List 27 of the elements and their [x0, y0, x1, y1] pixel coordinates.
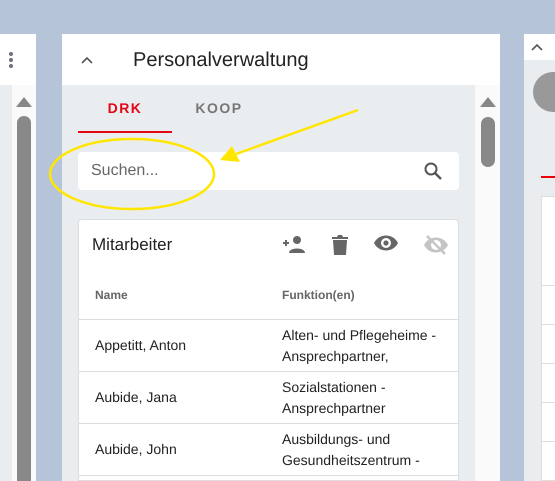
table-cell-text: Ausbildungs- und Gesundheitszentrum -	[282, 430, 421, 470]
scrollbar-thumb[interactable]	[17, 116, 31, 481]
eye-icon[interactable]	[374, 235, 398, 251]
tab-underline	[541, 176, 555, 178]
scroll-up-icon[interactable]	[16, 97, 32, 107]
scrollbar[interactable]	[475, 85, 500, 481]
table-cell-text: Alten- und Pflegeheime - Ansprechpartner,	[282, 326, 438, 366]
column-header: Name	[94, 286, 129, 304]
card-title: Mitarbeiter	[92, 234, 174, 256]
trash-icon[interactable]	[332, 235, 348, 255]
table-cell-text: Sozialstationen - Ansprechpartner	[282, 378, 387, 418]
search-icon[interactable]	[424, 162, 442, 180]
table-cell-text: Aubide, John	[94, 440, 178, 459]
scrollbar[interactable]	[12, 85, 36, 481]
table-cell-text: Appetitt, Anton	[94, 336, 188, 355]
tab[interactable]: KOOP	[172, 85, 266, 133]
table-cell-text: Aubide, Jana	[94, 388, 178, 407]
scrollbar-thumb[interactable]	[480, 117, 494, 167]
tab[interactable]: DRK	[78, 85, 172, 133]
panel-title: Personalverwaltung	[133, 48, 309, 72]
column-header: Funktion(en)	[282, 286, 355, 304]
more-vertical-icon[interactable]	[8, 52, 14, 68]
search-field[interactable]: Suchen...	[78, 152, 459, 190]
collapse-caret-icon[interactable]	[531, 43, 543, 51]
add-person-icon[interactable]	[282, 235, 306, 255]
scroll-up-icon[interactable]	[480, 97, 496, 107]
collapse-caret-icon[interactable]	[81, 56, 93, 64]
